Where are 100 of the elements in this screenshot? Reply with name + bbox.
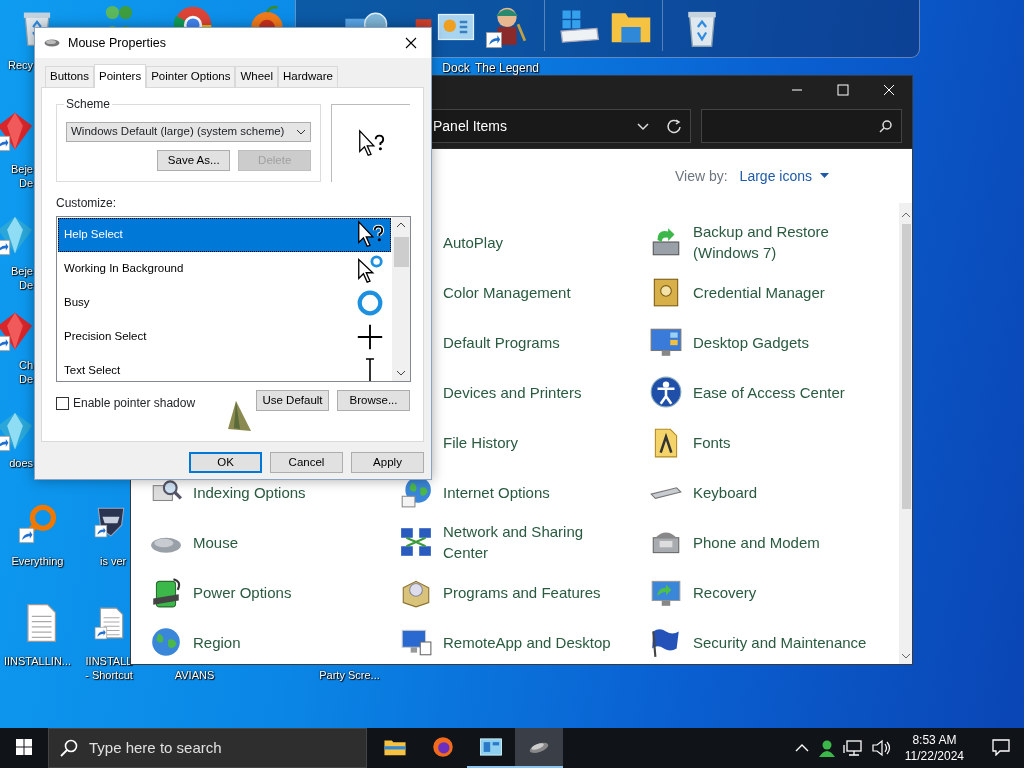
use-default-button[interactable]: Use Default — [256, 390, 329, 411]
icon-label: Party Scre... — [318, 668, 381, 682]
tab[interactable]: Hardware — [278, 66, 338, 87]
accessibility-icon[interactable] — [649, 375, 683, 409]
control-panel-link[interactable]: Phone and Modem — [693, 531, 820, 553]
clock[interactable]: 8:53 AM 11/22/2024 — [904, 732, 964, 764]
list-item-label: Help Select — [64, 227, 123, 243]
hat-icon — [226, 399, 252, 433]
control-panel-link[interactable]: Power Options — [193, 581, 292, 603]
list-item-label: Busy — [64, 295, 90, 311]
cancel-button[interactable]: Cancel — [270, 452, 343, 473]
chevron-down-icon[interactable] — [396, 369, 406, 377]
tab[interactable]: Wheel — [235, 66, 279, 87]
mouse-icon — [44, 38, 60, 48]
control-panel-link[interactable]: Credential Manager — [693, 281, 825, 303]
caret-down-icon — [820, 173, 829, 179]
figure-icon[interactable] — [485, 5, 529, 49]
control-panel-link[interactable]: Backup and Restore (Windows 7) — [693, 221, 878, 263]
list-item-label: Text Select — [64, 363, 121, 379]
control-panel-link[interactable]: Mouse — [193, 531, 239, 553]
view-by-dropdown[interactable]: Large icons — [739, 165, 829, 187]
chevron-up-icon[interactable] — [396, 221, 406, 229]
list-item-label: Precision Select — [64, 329, 147, 345]
tab[interactable]: Pointer Options — [146, 66, 236, 87]
globe-icon[interactable] — [149, 625, 183, 659]
list-item[interactable]: Busy — [58, 286, 391, 320]
help-cursor-icon — [356, 128, 387, 159]
search-icon — [60, 739, 78, 757]
control-panel-link[interactable]: Indexing Options — [193, 481, 306, 503]
chevron-down-icon[interactable] — [901, 652, 911, 660]
scroll-thumb[interactable] — [901, 224, 911, 509]
icon-label: AVIANS — [173, 668, 216, 682]
help-cursor-icon — [355, 220, 385, 250]
search-field[interactable] — [701, 109, 902, 143]
maximize-icon — [837, 84, 849, 96]
network-icon[interactable] — [842, 739, 863, 757]
ring-cursor-icon — [355, 288, 385, 318]
icon-label: Recy — [6, 58, 33, 72]
clock-time: 8:53 AM — [912, 732, 957, 748]
control-panel-link[interactable]: Keyboard — [693, 481, 758, 503]
control-panel-link[interactable]: Recovery — [693, 581, 757, 603]
list-item-label: Working In Background — [64, 261, 184, 277]
scrollbar[interactable] — [392, 217, 410, 381]
search-icon — [879, 119, 893, 133]
icon-label: Everything — [10, 554, 65, 568]
icon-label: Beje De — [9, 162, 33, 190]
control-panel-link[interactable]: Color Management — [443, 281, 571, 303]
crosshair-icon — [355, 322, 385, 352]
close-icon — [405, 37, 417, 49]
network-icon[interactable] — [399, 525, 433, 559]
checkbox[interactable] — [56, 396, 69, 410]
browser-icon — [430, 734, 456, 760]
control-panel-link[interactable]: Security and Maintenance — [693, 631, 867, 653]
busy-arrow-cursor-icon — [355, 254, 385, 284]
control-panel-link[interactable]: RemoteApp and Desktop — [443, 631, 611, 653]
control-panel-link[interactable]: Programs and Features — [443, 581, 601, 603]
control-panel-link[interactable]: Internet Options — [443, 481, 550, 503]
control-panel-link[interactable]: Region — [193, 631, 241, 653]
windows-icon — [16, 739, 32, 755]
scroll-thumb[interactable] — [393, 237, 409, 267]
dock-label: Dock — [442, 60, 470, 77]
refresh-icon[interactable] — [666, 118, 682, 134]
browse-button[interactable]: Browse... — [337, 390, 410, 411]
customize-label: Customize: — [56, 195, 118, 212]
control-panel-link[interactable]: AutoPlay — [443, 231, 504, 253]
list-item[interactable]: Working In Background — [58, 252, 391, 286]
taskbar-app[interactable] — [515, 728, 563, 768]
apply-button[interactable]: Apply — [351, 452, 424, 473]
volume-icon[interactable] — [870, 739, 891, 757]
scheme-dropdown[interactable]: Windows Default (large) (system scheme) — [66, 122, 312, 142]
icon-label: IINSTALL - Shortcut — [84, 654, 134, 682]
icon-label: IINSTALLIN... — [2, 654, 72, 668]
tab[interactable]: Pointers — [94, 64, 147, 88]
tab[interactable]: Buttons — [45, 66, 94, 87]
icon-label: does — [8, 456, 33, 470]
ok-button[interactable]: OK — [189, 452, 262, 473]
group-label: Scheme — [64, 97, 113, 111]
control-panel-link[interactable]: Ease of Access Center — [693, 381, 845, 403]
address-text: Panel Items — [433, 116, 508, 136]
control-panel-link[interactable]: Devices and Printers — [443, 381, 582, 403]
close-icon — [883, 84, 895, 96]
checkbox-label: Enable pointer shadow — [73, 395, 196, 412]
icon-label: Beje De — [9, 264, 33, 292]
list-item[interactable]: Help Select — [58, 218, 391, 252]
control-panel-link[interactable]: Network and Sharing Center — [443, 521, 615, 563]
dock-label: The Legend — [474, 60, 540, 77]
save-as-button[interactable]: Save As... — [157, 150, 231, 171]
control-panel-link[interactable]: Default Programs — [443, 331, 560, 353]
search-field[interactable]: Type here to search — [48, 728, 367, 768]
clock-date: 11/22/2024 — [904, 748, 964, 764]
user-icon[interactable] — [816, 739, 835, 757]
control-panel-link[interactable]: Desktop Gadgets — [693, 331, 809, 353]
view-by-label: View by: — [674, 166, 728, 186]
list-item[interactable]: Precision Select — [58, 320, 391, 354]
text-cursor-icon — [365, 358, 375, 381]
icon-label: Ch De — [17, 358, 33, 386]
control-panel-link[interactable]: Fonts — [693, 431, 731, 453]
scrollbar[interactable] — [899, 203, 912, 664]
list-item[interactable]: Text Select — [58, 354, 391, 381]
control-panel-link[interactable]: File History — [443, 431, 518, 453]
